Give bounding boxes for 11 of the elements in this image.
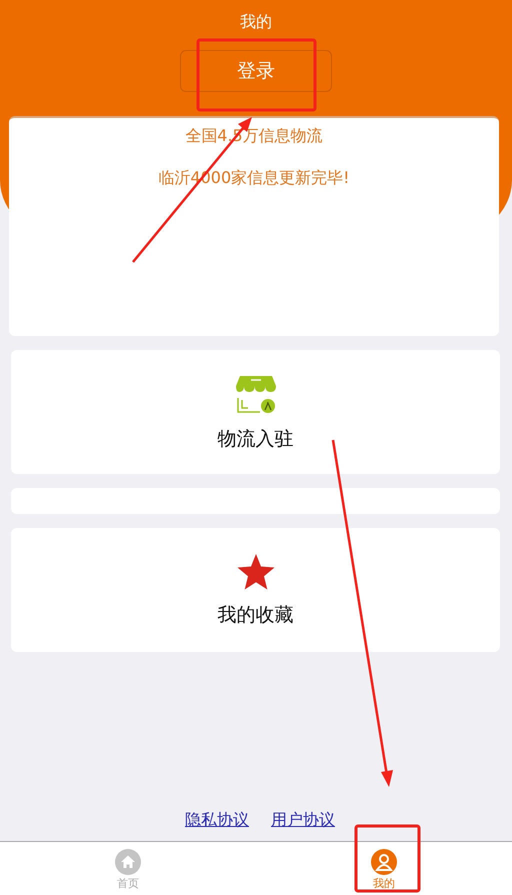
menu-card[interactable]: 我的收藏 [11, 528, 500, 652]
card-label: 物流入驻 [218, 427, 294, 452]
agreement-link[interactable]: 用户协议 [271, 810, 335, 831]
user-icon [371, 849, 397, 875]
card-label: 我的收藏 [218, 603, 294, 628]
agreement-link[interactable]: 隐私协议 [185, 810, 249, 831]
menu-card[interactable]: 物流入驻 [11, 350, 500, 474]
home-icon [115, 849, 141, 875]
annotation-box [354, 824, 420, 892]
page-title: 我的 [240, 12, 272, 32]
star-icon [236, 552, 276, 592]
